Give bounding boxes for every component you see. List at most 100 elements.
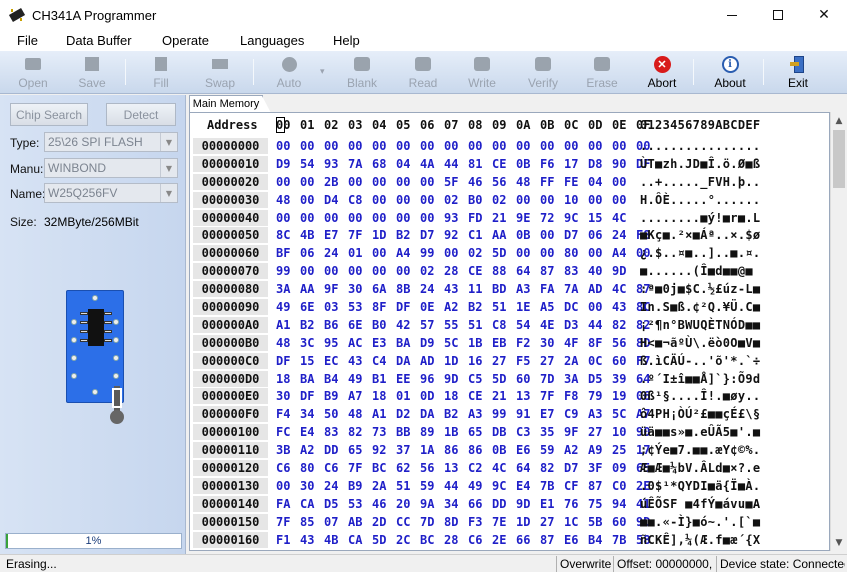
hex-byte[interactable]: 00 bbox=[300, 175, 314, 189]
hex-byte[interactable]: 16 bbox=[468, 354, 482, 368]
hex-byte[interactable]: 13 bbox=[444, 461, 458, 475]
hex-row[interactable]: 00000090 49 6E 03 53 8F DF 0E A2 B2 51 1E A5 DC 00 43 8C… bbox=[190, 298, 829, 316]
hex-byte[interactable]: 65 bbox=[468, 425, 482, 439]
hex-byte[interactable]: B4 bbox=[324, 372, 338, 386]
hex-byte[interactable]: 4C bbox=[612, 282, 626, 296]
hex-byte[interactable]: 01 bbox=[396, 389, 410, 403]
hex-byte[interactable]: 44 bbox=[444, 479, 458, 493]
hex-byte[interactable]: E4 bbox=[300, 425, 314, 439]
hex-byte[interactable]: C5 bbox=[468, 372, 482, 386]
hex-byte[interactable]: FA bbox=[540, 282, 554, 296]
hex-byte[interactable]: A3 bbox=[516, 282, 530, 296]
hex-byte[interactable]: 00 bbox=[420, 193, 434, 207]
hex-byte[interactable]: 6A bbox=[372, 282, 386, 296]
hex-byte[interactable]: 00 bbox=[516, 139, 530, 153]
hex-row[interactable]: 00000150 7F 85 07 AB 2D CC 7D 8D F3 7E 1D 27 1C 5B 60 9D… bbox=[190, 513, 829, 531]
hex-byte[interactable]: E4 bbox=[516, 479, 530, 493]
blank-button[interactable]: Blank bbox=[335, 53, 389, 91]
hex-byte[interactable]: 00 bbox=[588, 246, 602, 260]
hex-byte[interactable]: C0 bbox=[612, 479, 626, 493]
hex-byte[interactable]: 4C bbox=[492, 461, 506, 475]
hex-byte[interactable]: 00 bbox=[300, 264, 314, 278]
hex-byte[interactable]: B6 bbox=[324, 318, 338, 332]
hex-byte[interactable]: 87 bbox=[540, 533, 554, 547]
hex-byte[interactable]: 25 bbox=[612, 443, 626, 457]
hex-byte[interactable]: A5 bbox=[540, 300, 554, 314]
hex-byte[interactable]: DC bbox=[564, 300, 578, 314]
hex-byte[interactable]: B2 bbox=[468, 300, 482, 314]
hex-byte[interactable]: F3 bbox=[468, 515, 482, 529]
hex-byte[interactable]: 00 bbox=[516, 193, 530, 207]
hex-byte[interactable]: 8C bbox=[276, 228, 290, 242]
hex-byte[interactable]: 4B bbox=[300, 228, 314, 242]
hex-byte[interactable]: 82 bbox=[612, 318, 626, 332]
hex-byte[interactable]: 0B bbox=[516, 228, 530, 242]
hex-byte[interactable]: 9D bbox=[516, 497, 530, 511]
hex-byte[interactable]: B0 bbox=[372, 318, 386, 332]
hex-byte[interactable]: C2 bbox=[468, 461, 482, 475]
hex-byte[interactable]: 00 bbox=[420, 175, 434, 189]
hex-byte[interactable]: 43 bbox=[300, 533, 314, 547]
hex-byte[interactable]: 91 bbox=[516, 407, 530, 421]
hex-byte[interactable]: F5 bbox=[516, 354, 530, 368]
hex-byte[interactable]: 19 bbox=[612, 389, 626, 403]
hex-byte[interactable]: CA bbox=[300, 497, 314, 511]
hex-byte[interactable]: 99 bbox=[420, 246, 434, 260]
hex-byte[interactable]: 00 bbox=[492, 139, 506, 153]
hex-row[interactable]: 00000100 FC E4 83 82 73 BB 89 1B 65 DB C3 35 9F 27 10 90… bbox=[190, 423, 829, 441]
hex-byte[interactable]: DB bbox=[492, 425, 506, 439]
hex-byte[interactable]: 27 bbox=[588, 425, 602, 439]
hex-byte[interactable]: 5C bbox=[612, 407, 626, 421]
hex-byte[interactable]: 37 bbox=[396, 443, 410, 457]
hex-byte[interactable]: 00 bbox=[588, 139, 602, 153]
hex-byte[interactable]: 00 bbox=[540, 139, 554, 153]
hex-byte[interactable]: 7D bbox=[540, 372, 554, 386]
hex-byte[interactable]: 24 bbox=[612, 228, 626, 242]
vertical-scrollbar[interactable]: ▲ ▼ bbox=[830, 112, 847, 551]
hex-byte[interactable]: F1 bbox=[276, 533, 290, 547]
hex-byte[interactable]: 93 bbox=[324, 157, 338, 171]
hex-byte[interactable]: 5D bbox=[372, 533, 386, 547]
hex-byte[interactable]: 00 bbox=[324, 139, 338, 153]
hex-byte[interactable]: 3A bbox=[276, 282, 290, 296]
hex-byte[interactable]: AB bbox=[348, 515, 362, 529]
hex-byte[interactable]: 79 bbox=[588, 389, 602, 403]
hex-byte[interactable]: D9 bbox=[276, 157, 290, 171]
hex-byte[interactable]: 3F bbox=[588, 461, 602, 475]
hex-byte[interactable]: 76 bbox=[564, 497, 578, 511]
hex-byte[interactable]: 7F bbox=[540, 389, 554, 403]
type-select[interactable]: 25\26 SPI FLASH ▼ bbox=[44, 132, 178, 152]
hex-byte[interactable]: 21 bbox=[492, 389, 506, 403]
hex-byte[interactable]: EB bbox=[492, 336, 506, 350]
hex-byte[interactable]: 8F bbox=[588, 336, 602, 350]
hex-row[interactable]: 000000D0 18 BA B4 49 B1 EE 96 9D C5 5D 60 7D 3A D5 39 64… bbox=[190, 370, 829, 388]
hex-byte[interactable]: CE bbox=[492, 157, 506, 171]
hex-byte[interactable]: 7E bbox=[492, 515, 506, 529]
row-ascii[interactable]: H<■¬ãºÙ\.ëò0O■V■ bbox=[640, 336, 760, 350]
hex-byte[interactable]: 09 bbox=[612, 461, 626, 475]
hex-row[interactable]: 00000120 C6 80 C6 7F BC 62 56 13 C2 4C 64 82 D7 3F 09 65… bbox=[190, 459, 829, 477]
hex-byte[interactable]: E3 bbox=[372, 336, 386, 350]
hex-byte[interactable]: D7 bbox=[564, 228, 578, 242]
hex-byte[interactable]: 28 bbox=[444, 533, 458, 547]
hex-byte[interactable]: D7 bbox=[564, 461, 578, 475]
hex-byte[interactable]: 30 bbox=[300, 479, 314, 493]
hex-byte[interactable]: 06 bbox=[300, 246, 314, 260]
hex-byte[interactable]: 40 bbox=[588, 264, 602, 278]
hex-byte[interactable]: B9 bbox=[324, 389, 338, 403]
hex-byte[interactable]: 02 bbox=[420, 264, 434, 278]
fill-button[interactable]: Fill bbox=[134, 53, 188, 91]
hex-byte[interactable]: 60 bbox=[612, 354, 626, 368]
hex-byte[interactable]: D2 bbox=[396, 407, 410, 421]
hex-byte[interactable]: 34 bbox=[300, 407, 314, 421]
exit-button[interactable]: Exit bbox=[771, 53, 825, 91]
hex-byte[interactable]: 3A bbox=[564, 372, 578, 386]
hex-row[interactable]: 00000080 3A AA 9F 30 6A 8B 24 43 11 BD A3 FA 7A AD 4C 87… bbox=[190, 280, 829, 298]
hex-byte[interactable]: 17 bbox=[564, 157, 578, 171]
hex-byte[interactable]: 1D bbox=[444, 354, 458, 368]
hex-editor[interactable]: Address 00 01 02 03 04 05 06 07 08 09 0A 0B 0C 0D 0E 0F… bbox=[189, 112, 830, 551]
hex-byte[interactable]: E1 bbox=[540, 497, 554, 511]
hex-byte[interactable]: FF bbox=[540, 175, 554, 189]
hex-byte[interactable]: 1D bbox=[516, 515, 530, 529]
hex-byte[interactable]: 55 bbox=[444, 318, 458, 332]
